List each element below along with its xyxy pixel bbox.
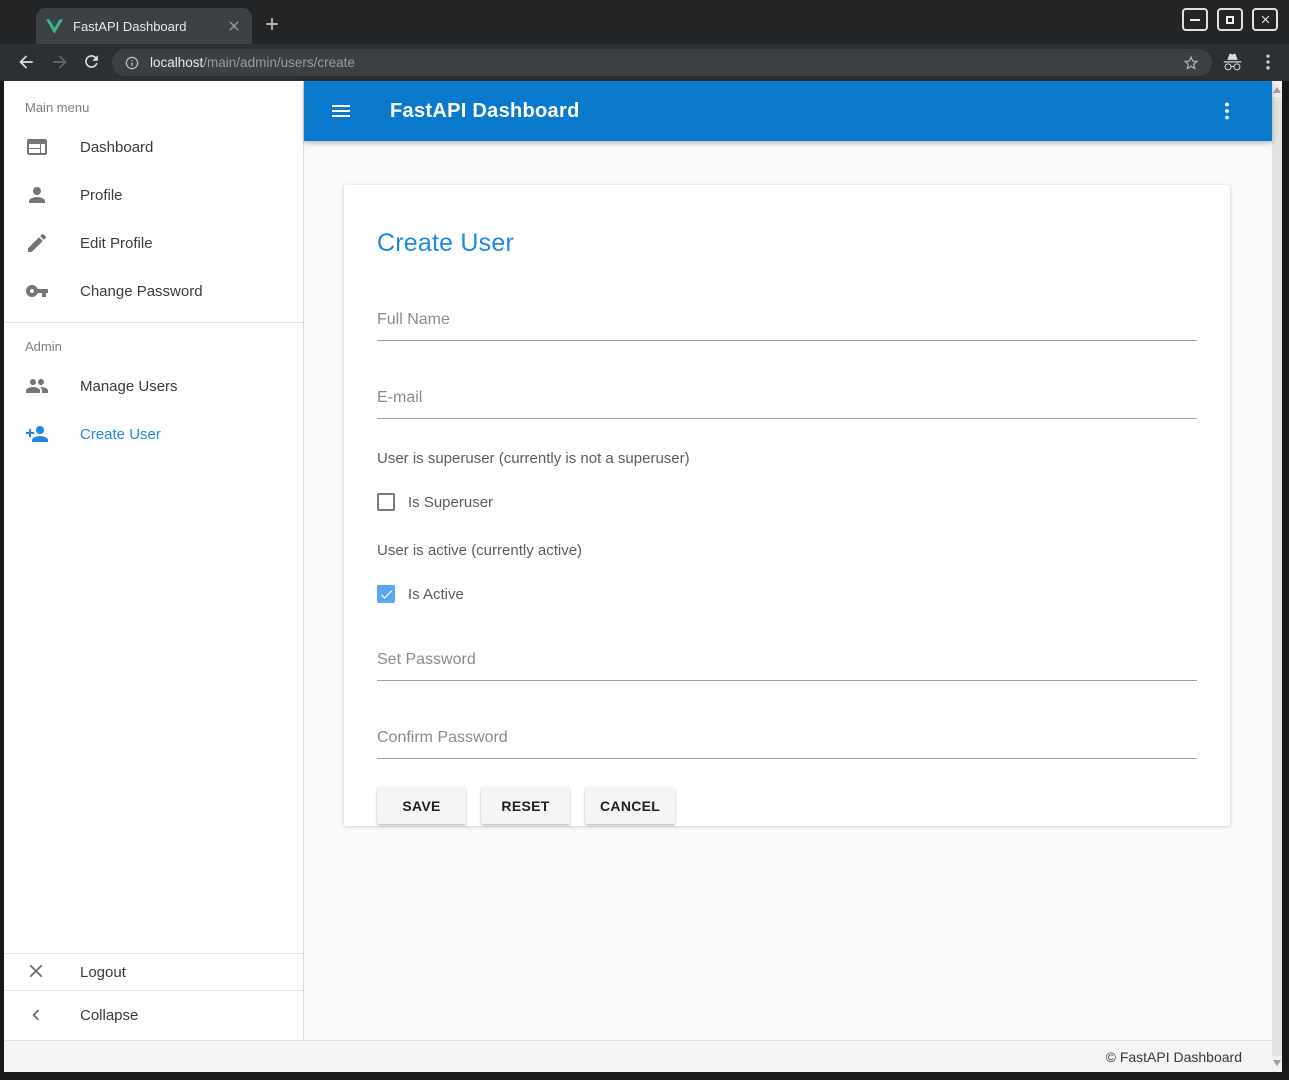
copyright-text: © FastAPI Dashboard (1106, 1049, 1242, 1065)
url-text: localhost/main/admin/users/create (150, 55, 355, 70)
active-note: User is active (currently active) (377, 542, 1197, 559)
superuser-note: User is superuser (currently is not a su… (377, 450, 1197, 467)
sidebar-item-label: Edit Profile (80, 235, 153, 252)
sidebar: Main menu Dashboard Profile Edit Profile… (4, 81, 304, 1040)
sidebar-section-admin: Admin (4, 323, 303, 362)
url-host: localhost (150, 55, 203, 70)
star-icon (1182, 54, 1200, 72)
browser-window: FastAPI Dashboard (0, 0, 1289, 1080)
scrollbar-down-arrow-icon[interactable] (1273, 1060, 1281, 1066)
scrollbar-thumb[interactable] (1272, 97, 1282, 1056)
key-icon (25, 279, 49, 303)
browser-toolbar: localhost/main/admin/users/create (0, 44, 1289, 81)
people-icon (25, 374, 49, 398)
confirm-password-field[interactable] (377, 729, 1197, 759)
sidebar-item-edit-profile[interactable]: Edit Profile (4, 219, 303, 267)
active-checkbox-label: Is Active (408, 586, 464, 603)
window-maximize-button[interactable] (1217, 8, 1243, 31)
kebab-menu-icon (1215, 99, 1239, 123)
superuser-checkbox-row[interactable]: Is Superuser (377, 493, 1197, 511)
sidebar-item-label: Collapse (80, 1007, 138, 1024)
reset-button[interactable]: RESET (481, 787, 570, 824)
page-footer: © FastAPI Dashboard (4, 1040, 1272, 1072)
sidebar-item-label: Manage Users (80, 378, 178, 395)
sidebar-item-label: Dashboard (80, 139, 153, 156)
set-password-field[interactable] (377, 651, 1197, 681)
tab-close-icon[interactable] (226, 18, 242, 34)
sidebar-item-label: Create User (80, 426, 161, 443)
minimize-icon (1190, 19, 1200, 21)
active-checkbox[interactable] (377, 585, 395, 603)
sidebar-item-label: Logout (80, 964, 126, 981)
incognito-icon (1222, 52, 1243, 73)
window-minimize-button[interactable] (1182, 8, 1208, 31)
new-tab-button[interactable] (260, 12, 284, 36)
page-title: Create User (377, 229, 1197, 258)
dashboard-icon (25, 135, 49, 159)
superuser-checkbox-label: Is Superuser (408, 494, 493, 511)
url-path: /main/admin/users/create (203, 55, 355, 70)
forward-arrow-icon (50, 52, 70, 72)
window-close-button[interactable] (1252, 8, 1278, 31)
scrollbar-up-arrow-icon[interactable] (1273, 87, 1281, 93)
page-content: Create User User is superuser (currently… (304, 141, 1272, 1040)
person-add-icon (25, 422, 49, 446)
back-arrow-icon (16, 52, 36, 72)
sidebar-item-create-user[interactable]: Create User (4, 410, 303, 458)
hamburger-menu-icon (329, 99, 353, 123)
create-user-card: Create User User is superuser (currently… (344, 185, 1230, 826)
info-icon[interactable] (124, 55, 140, 71)
sidebar-item-collapse[interactable]: Collapse (4, 991, 303, 1040)
chevron-left-icon (25, 1004, 49, 1028)
cancel-button[interactable]: CANCEL (585, 787, 675, 824)
sidebar-section-main-menu: Main menu (4, 81, 303, 123)
app-header: FastAPI Dashboard (304, 81, 1272, 141)
sidebar-item-label: Change Password (80, 283, 203, 300)
reload-icon (82, 52, 101, 71)
sidebar-toggle-button[interactable] (329, 99, 353, 123)
sidebar-item-label: Profile (80, 187, 123, 204)
sidebar-item-manage-users[interactable]: Manage Users (4, 362, 303, 410)
sidebar-item-dashboard[interactable]: Dashboard (4, 123, 303, 171)
sidebar-bottom: Logout Collapse (4, 953, 303, 1040)
main-area: FastAPI Dashboard Create User User is su… (304, 81, 1272, 1040)
close-icon (1259, 13, 1272, 26)
vue-logo-icon (46, 19, 63, 34)
back-button[interactable] (16, 52, 36, 72)
browser-menu-button[interactable] (1258, 52, 1278, 72)
page-scrollbar[interactable] (1272, 81, 1282, 1072)
kebab-menu-icon (1258, 52, 1278, 72)
person-icon (25, 183, 49, 207)
full-name-field[interactable] (377, 311, 1197, 341)
app-title: FastAPI Dashboard (390, 100, 580, 123)
close-icon (25, 960, 49, 984)
browser-titlebar: FastAPI Dashboard (0, 0, 1289, 44)
save-button[interactable]: SAVE (377, 787, 466, 824)
address-bar[interactable]: localhost/main/admin/users/create (112, 49, 1212, 76)
forward-button[interactable] (50, 52, 70, 72)
window-controls (1182, 8, 1278, 31)
superuser-checkbox[interactable] (377, 493, 395, 511)
check-icon (379, 587, 394, 602)
sidebar-item-change-password[interactable]: Change Password (4, 267, 303, 315)
active-checkbox-row[interactable]: Is Active (377, 585, 1197, 603)
app-menu-button[interactable] (1215, 99, 1239, 123)
email-field[interactable] (377, 389, 1197, 419)
maximize-icon (1226, 16, 1234, 24)
sidebar-item-logout[interactable]: Logout (4, 954, 303, 990)
reload-button[interactable] (82, 52, 102, 72)
bookmark-button[interactable] (1182, 54, 1200, 72)
form-actions: SAVE RESET CANCEL (377, 787, 1197, 824)
tab-title: FastAPI Dashboard (73, 19, 226, 34)
pencil-icon (25, 231, 49, 255)
sidebar-item-profile[interactable]: Profile (4, 171, 303, 219)
browser-tab[interactable]: FastAPI Dashboard (36, 8, 252, 44)
